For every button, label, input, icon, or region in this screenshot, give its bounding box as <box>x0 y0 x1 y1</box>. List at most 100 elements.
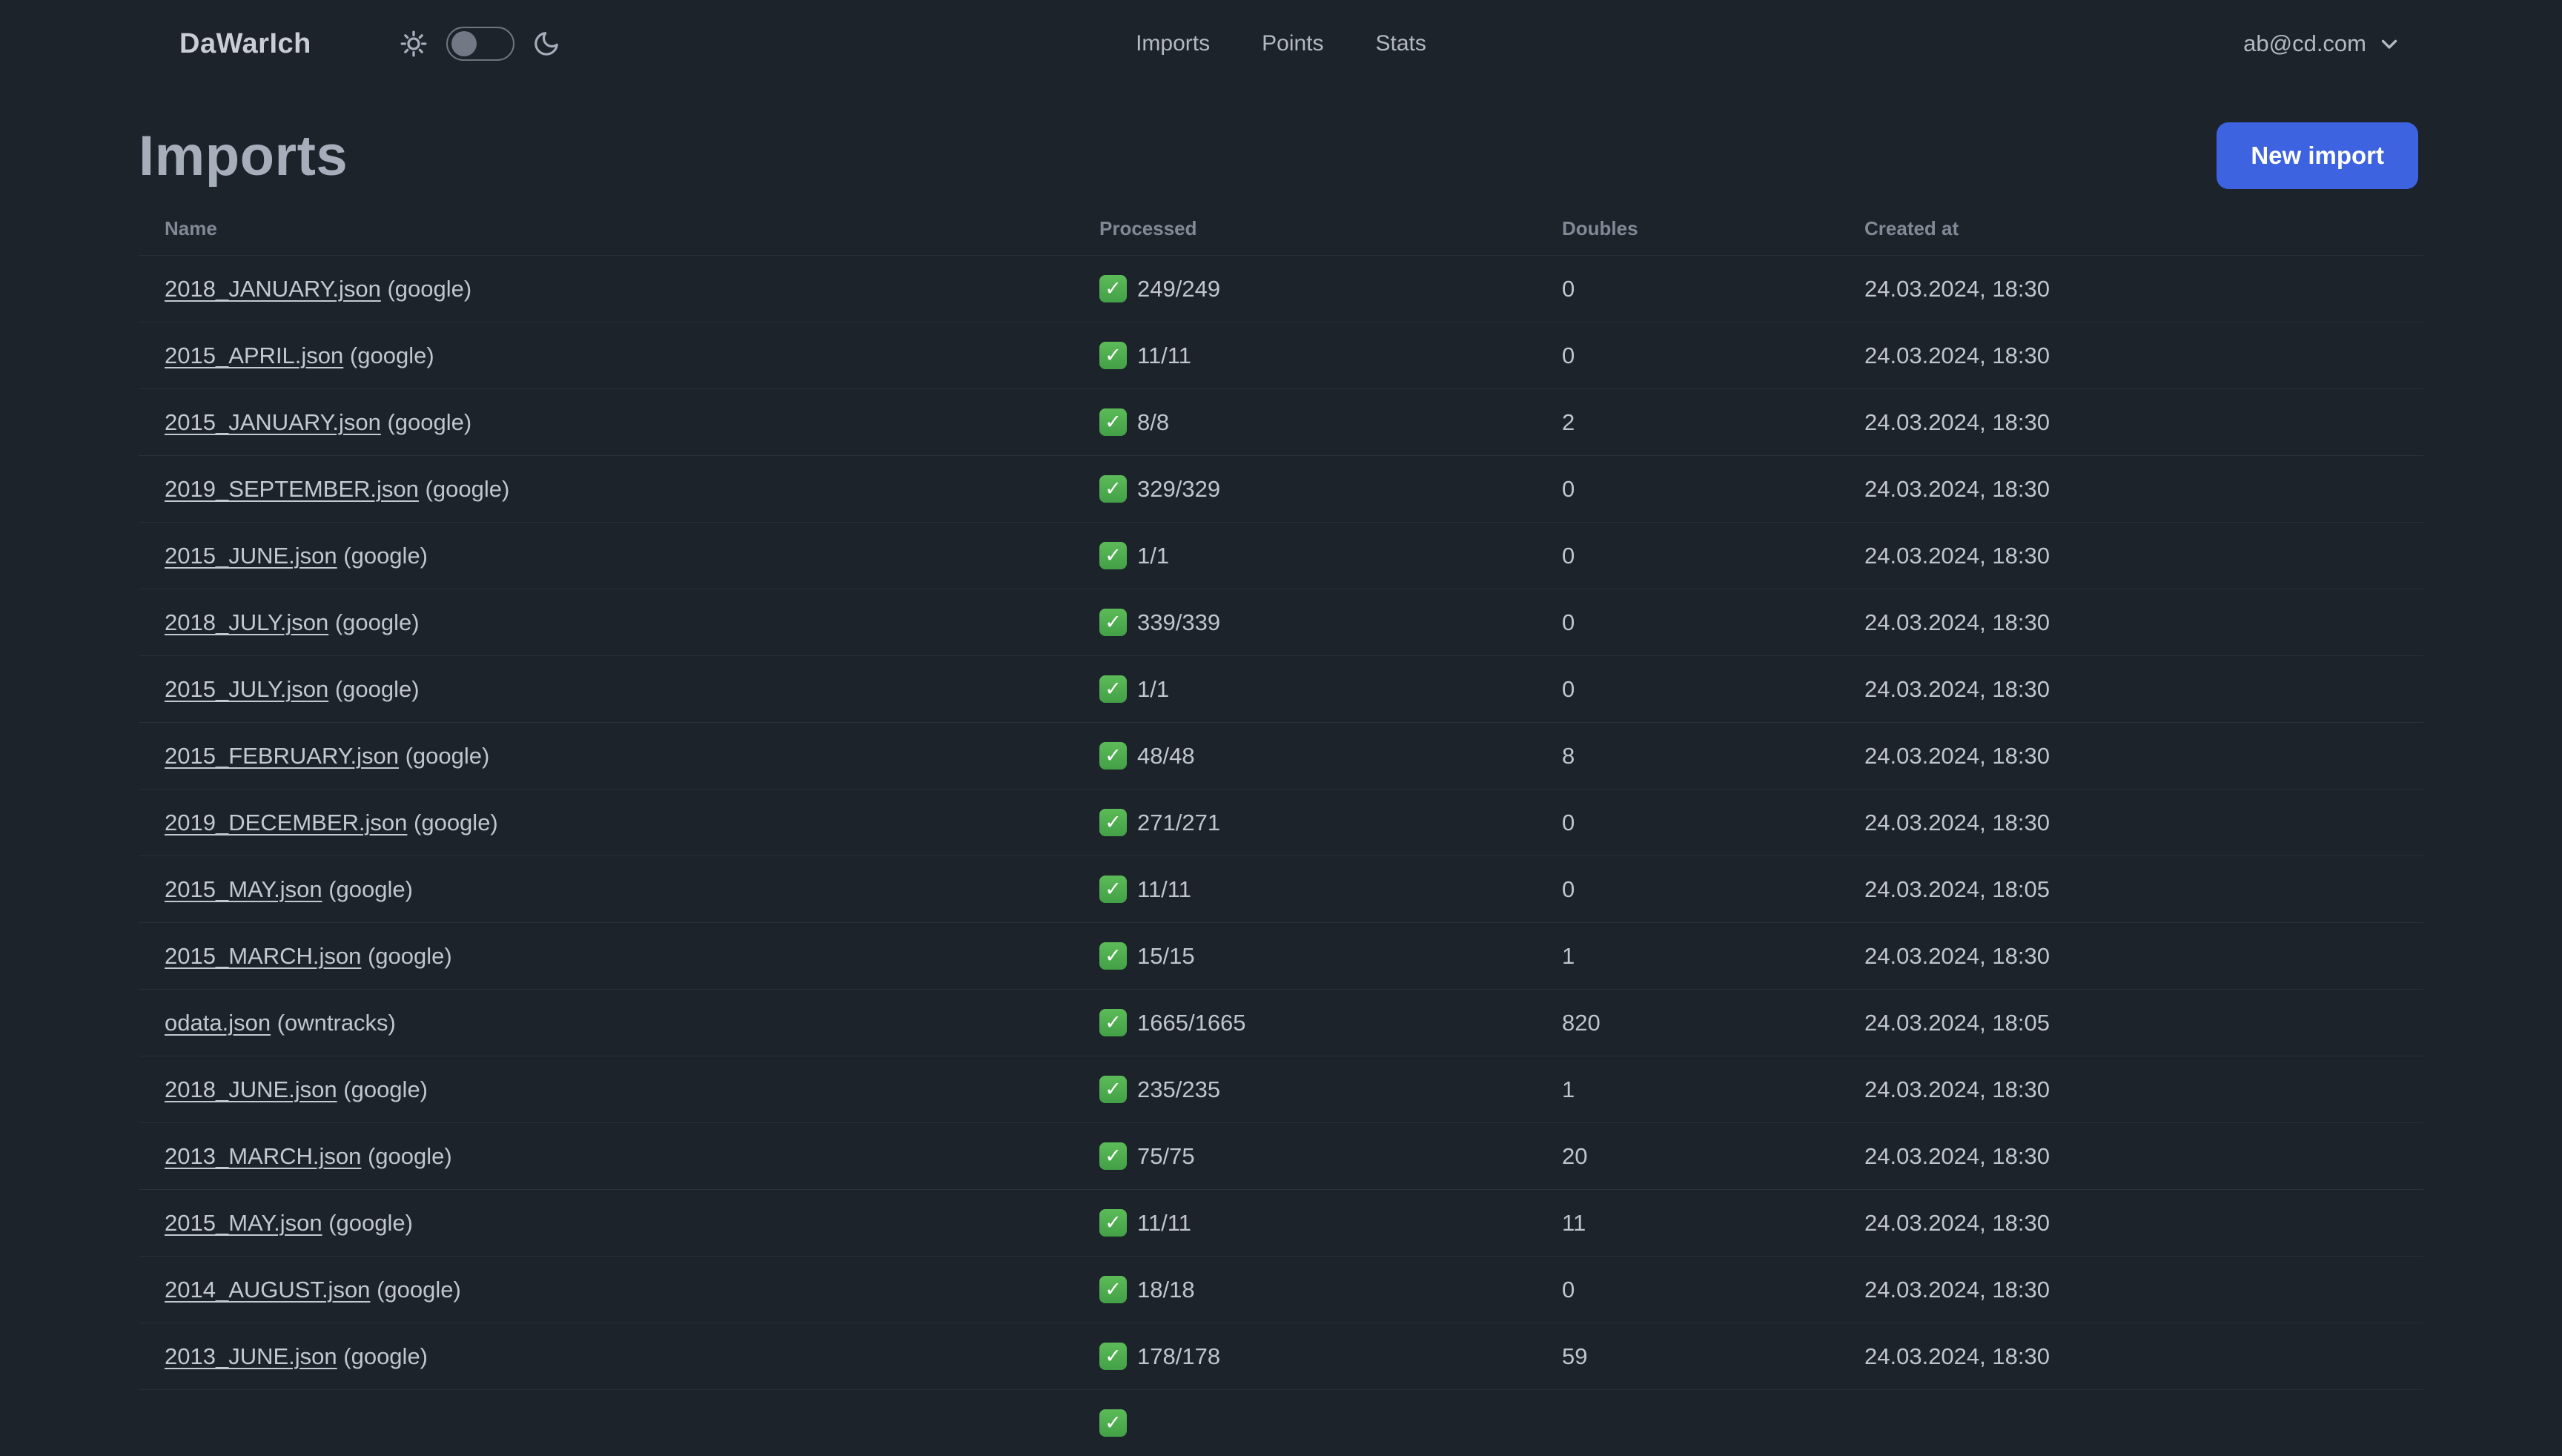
processed-count: 11/11 <box>1137 342 1191 368</box>
success-check-icon: ✓ <box>1099 742 1127 770</box>
processed-count: 1665/1665 <box>1137 1009 1246 1036</box>
success-check-icon: ✓ <box>1099 1142 1127 1170</box>
success-check-icon: ✓ <box>1099 1409 1127 1437</box>
table-row: 2013_JUNE.json (google) ✓ 178/178 59 24.… <box>139 1323 2423 1389</box>
table-row: 2015_MAY.json (google) ✓ 11/11 0 24.03.2… <box>139 856 2423 922</box>
import-source-label: (owntracks) <box>277 1009 396 1036</box>
import-file-link[interactable]: 2019_DECEMBER.json <box>165 810 407 835</box>
theme-toggle-knob <box>451 31 477 56</box>
import-source-label: (google) <box>405 742 490 769</box>
created-at-value: 24.03.2024, 18:30 <box>1864 1276 2050 1303</box>
doubles-value: 0 <box>1562 876 1575 902</box>
table-row: 2018_JANUARY.json (google) ✓ 249/249 0 2… <box>139 255 2423 322</box>
import-file-link[interactable]: 2015_JULY.json <box>165 676 328 702</box>
user-menu[interactable]: ab@cd.com <box>2243 30 2402 57</box>
success-check-icon: ✓ <box>1099 408 1127 436</box>
created-at-value: 24.03.2024, 18:30 <box>1864 809 2050 835</box>
imports-table: Name Processed Doubles Created at 2018_J… <box>139 202 2423 1456</box>
import-file-link[interactable]: 2015_MAY.json <box>165 1210 322 1236</box>
success-check-icon: ✓ <box>1099 1276 1127 1303</box>
table-row: 2013_MARCH.json (google) ✓ 75/75 20 24.0… <box>139 1122 2423 1189</box>
processed-count: 15/15 <box>1137 942 1195 969</box>
success-check-icon: ✓ <box>1099 1076 1127 1103</box>
table-row: 2015_JULY.json (google) ✓ 1/1 0 24.03.20… <box>139 655 2423 722</box>
doubles-value: 0 <box>1562 275 1575 302</box>
doubles-value: 1 <box>1562 1076 1575 1102</box>
import-file-link[interactable]: 2015_JANUARY.json <box>165 409 381 435</box>
import-source-label: (google) <box>414 809 498 835</box>
success-check-icon: ✓ <box>1099 809 1127 836</box>
import-file-link[interactable]: 2013_JUNE.json <box>165 1343 337 1369</box>
success-check-icon: ✓ <box>1099 542 1127 569</box>
created-at-value: 24.03.2024, 18:30 <box>1864 408 2050 435</box>
created-at-value: 24.03.2024, 18:30 <box>1864 475 2050 502</box>
processed-count: 1/1 <box>1137 542 1170 569</box>
nav-link-stats[interactable]: Stats <box>1376 31 1426 56</box>
success-check-icon: ✓ <box>1099 1209 1127 1237</box>
import-file-link[interactable]: 2015_MAY.json <box>165 876 322 902</box>
imports-page: { "app": { "logo": "DaWarIch" }, "navbar… <box>0 0 2562 1437</box>
created-at-value: 24.03.2024, 18:30 <box>1864 942 2050 969</box>
nav-link-imports[interactable]: Imports <box>1136 31 1210 56</box>
doubles-value: 1 <box>1562 942 1575 969</box>
user-email: ab@cd.com <box>2243 30 2366 56</box>
created-at-value: 24.03.2024, 18:30 <box>1864 1209 2050 1236</box>
nav-link-points[interactable]: Points <box>1262 31 1323 56</box>
import-file-link[interactable]: 2019_SEPTEMBER.json <box>165 476 419 502</box>
created-at-value: 24.03.2024, 18:30 <box>1864 1142 2050 1169</box>
doubles-value: 0 <box>1562 609 1575 635</box>
column-header-created-at: Created at <box>1864 216 1959 239</box>
import-file-link[interactable]: 2015_JUNE.json <box>165 543 337 569</box>
main-nav: Imports Points Stats <box>1136 31 1426 56</box>
doubles-value: 820 <box>1562 1009 1601 1036</box>
created-at-value: 24.03.2024, 18:05 <box>1864 876 2050 902</box>
import-file-link[interactable]: 2013_MARCH.json <box>165 1143 361 1169</box>
import-source-label: (google) <box>425 475 510 502</box>
table-row: 2018_JULY.json (google) ✓ 339/339 0 24.0… <box>139 589 2423 655</box>
doubles-value: 0 <box>1562 1276 1575 1303</box>
processed-count: 329/329 <box>1137 475 1221 502</box>
import-file-link[interactable]: 2015_FEBRUARY.json <box>165 743 399 769</box>
import-file-link[interactable]: 2015_APRIL.json <box>165 343 343 368</box>
import-file-link[interactable]: 2018_JANUARY.json <box>165 276 381 302</box>
doubles-value: 0 <box>1562 342 1575 368</box>
import-file-link[interactable]: 2018_JUNE.json <box>165 1076 337 1102</box>
table-row: 2019_DECEMBER.json (google) ✓ 271/271 0 … <box>139 789 2423 856</box>
import-source-label: (google) <box>367 1142 452 1169</box>
import-file-link[interactable]: 2014_AUGUST.json <box>165 1277 370 1303</box>
import-source-label: (google) <box>377 1276 461 1303</box>
import-file-link[interactable]: 2018_JULY.json <box>165 609 328 635</box>
processed-count: 339/339 <box>1137 609 1221 635</box>
import-source-label: (google) <box>343 542 428 569</box>
new-import-button[interactable]: New import <box>2217 122 2418 189</box>
doubles-value: 59 <box>1562 1343 1588 1369</box>
table-row: odata.json (owntracks) ✓ 1665/1665 820 2… <box>139 989 2423 1056</box>
column-header-doubles: Doubles <box>1562 216 1638 239</box>
table-row: 2015_MARCH.json (google) ✓ 15/15 1 24.03… <box>139 922 2423 989</box>
processed-count: 8/8 <box>1137 408 1170 435</box>
success-check-icon: ✓ <box>1099 675 1127 703</box>
import-source-label: (google) <box>334 609 420 635</box>
doubles-value: 0 <box>1562 475 1575 502</box>
created-at-value: 24.03.2024, 18:30 <box>1864 1343 2050 1369</box>
processed-count: 18/18 <box>1137 1276 1195 1303</box>
import-source-label: (google) <box>328 876 413 902</box>
import-file-link[interactable]: odata.json <box>165 1010 271 1036</box>
success-check-icon: ✓ <box>1099 942 1127 970</box>
app-logo[interactable]: DaWarIch <box>179 28 311 60</box>
processed-count: 11/11 <box>1137 1209 1191 1236</box>
import-source-label: (google) <box>367 942 452 969</box>
import-file-link[interactable]: 2015_MARCH.json <box>165 943 361 969</box>
created-at-value: 24.03.2024, 18:30 <box>1864 275 2050 302</box>
table-row: 2015_FEBRUARY.json (google) ✓ 48/48 8 24… <box>139 722 2423 789</box>
table-row: 2015_JUNE.json (google) ✓ 1/1 0 24.03.20… <box>139 522 2423 589</box>
page-header: Imports New import <box>0 122 2562 190</box>
doubles-value: 0 <box>1562 809 1575 835</box>
table-row: 2015_MAY.json (google) ✓ 11/11 11 24.03.… <box>139 1189 2423 1256</box>
theme-toggle[interactable] <box>446 27 514 61</box>
success-check-icon: ✓ <box>1099 275 1127 302</box>
table-row: 2014_AUGUST.json (google) ✓ 18/18 0 24.0… <box>139 1256 2423 1323</box>
table-row: 2019_SEPTEMBER.json (google) ✓ 329/329 0… <box>139 455 2423 522</box>
created-at-value: 24.03.2024, 18:30 <box>1864 675 2050 702</box>
processed-count: 271/271 <box>1137 809 1221 835</box>
